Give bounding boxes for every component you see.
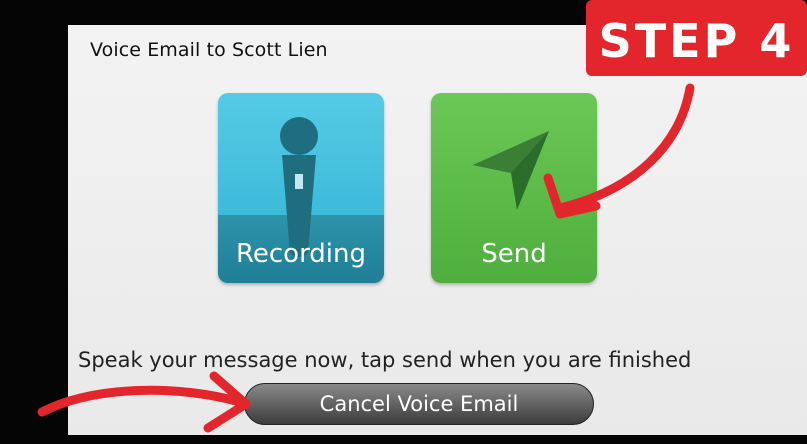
annotation-arrows	[37, 83, 695, 433]
arrow-to-send	[555, 83, 695, 213]
arrow-to-cancel	[37, 385, 245, 417]
